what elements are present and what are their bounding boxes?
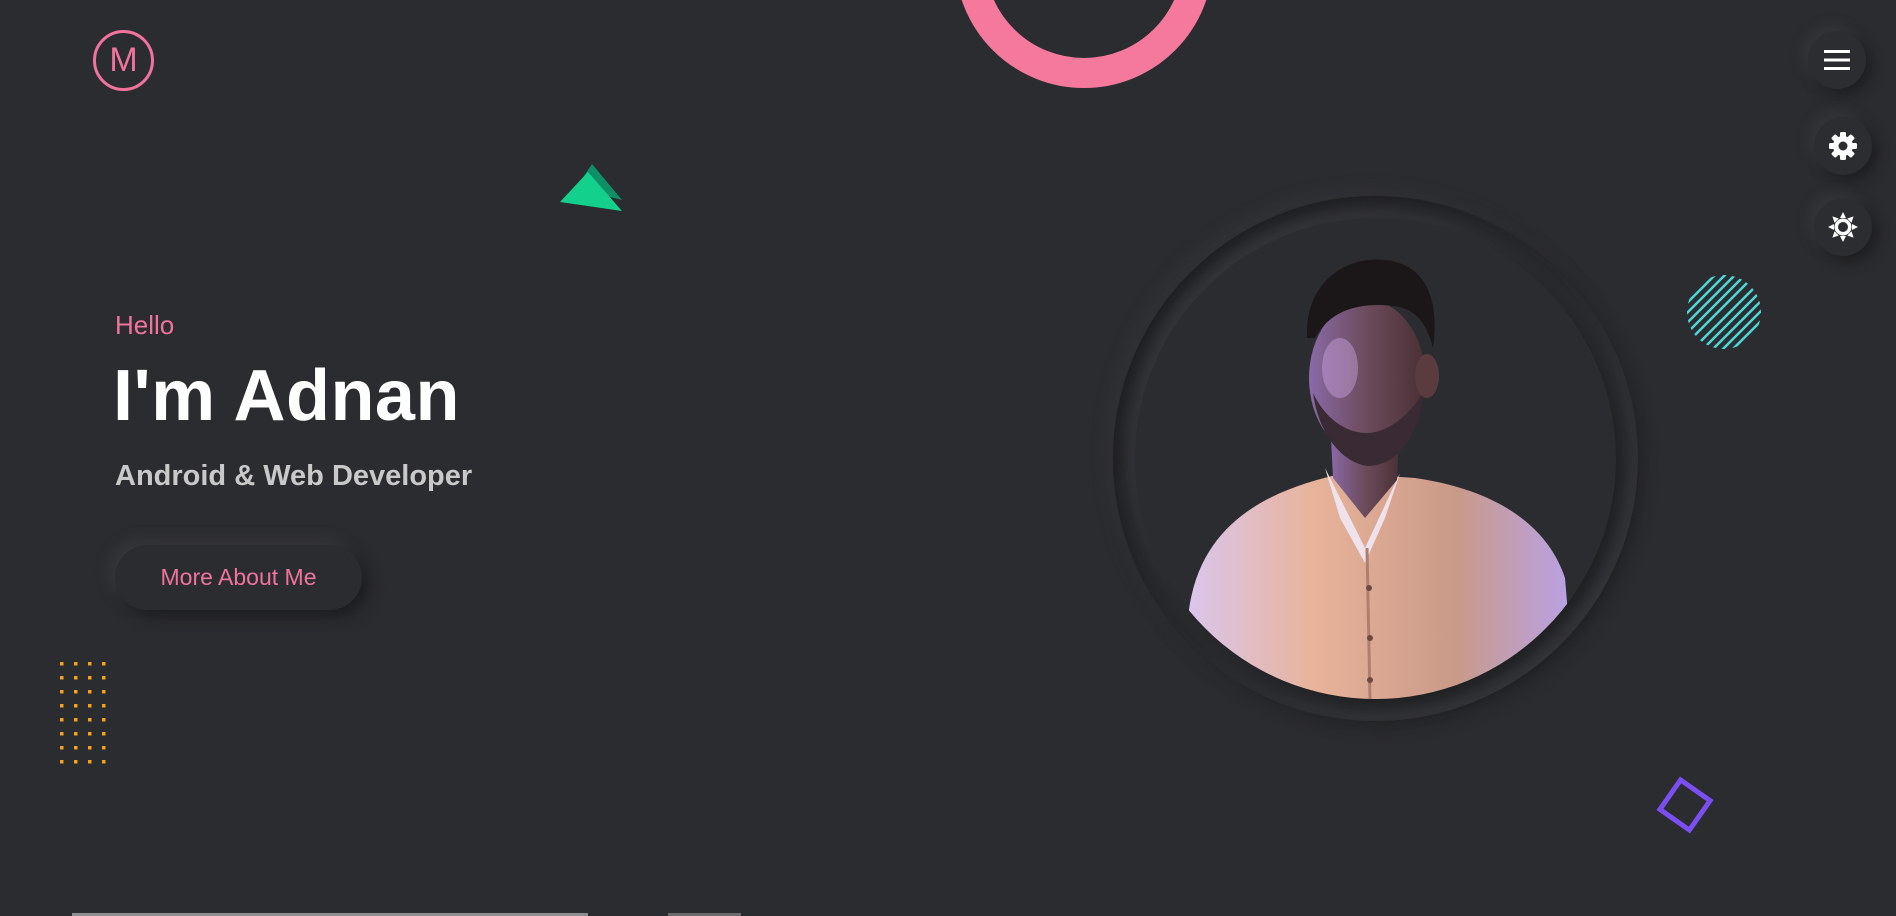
decorative-dot — [102, 704, 106, 708]
decorative-dot — [88, 732, 92, 736]
hero-name: I'm Adnan — [113, 356, 460, 436]
decorative-dot — [60, 718, 64, 722]
decorative-dot — [88, 704, 92, 708]
decorative-dot — [74, 704, 78, 708]
decorative-dot — [74, 718, 78, 722]
profile-photo-illustration — [1175, 259, 1575, 699]
decorative-dot — [102, 760, 106, 764]
decorative-dot — [88, 718, 92, 722]
decorative-dot — [74, 732, 78, 736]
decorative-dot — [74, 676, 78, 680]
decorative-dot — [60, 704, 64, 708]
decorative-dot — [60, 760, 64, 764]
decorative-dot — [102, 676, 106, 680]
decorative-striped-circle — [1687, 275, 1761, 349]
decorative-dot — [88, 760, 92, 764]
decorative-dot — [88, 662, 92, 666]
decorative-dot — [102, 690, 106, 694]
decorative-dot — [102, 662, 106, 666]
decorative-dot — [60, 732, 64, 736]
sun-icon — [1828, 212, 1858, 242]
more-about-me-button[interactable]: More About Me — [115, 545, 362, 610]
theme-toggle-button[interactable] — [1814, 198, 1872, 256]
decorative-diamond — [1656, 776, 1714, 834]
decorative-dot-grid — [60, 662, 106, 764]
decorative-dot — [102, 718, 106, 722]
decorative-dot — [74, 662, 78, 666]
decorative-dot — [88, 746, 92, 750]
hero-section: M Hello I'm Adnan Android & Web Develope… — [0, 0, 1896, 916]
settings-button[interactable] — [1814, 117, 1872, 175]
decorative-dot — [88, 676, 92, 680]
profile-photo — [1135, 218, 1616, 699]
decorative-dot — [88, 690, 92, 694]
decorative-dot — [74, 690, 78, 694]
decorative-dot — [60, 690, 64, 694]
menu-button[interactable] — [1808, 31, 1866, 89]
decorative-dot — [60, 746, 64, 750]
decorative-dot — [74, 760, 78, 764]
decorative-triangle — [560, 164, 622, 211]
gear-icon — [1829, 132, 1857, 160]
decorative-ring — [955, 0, 1213, 88]
decorative-dot — [102, 732, 106, 736]
decorative-dot — [102, 746, 106, 750]
greeting-text: Hello — [115, 310, 175, 340]
logo[interactable]: M — [93, 30, 154, 91]
decorative-dot — [60, 662, 64, 666]
hero-role: Android & Web Developer — [115, 460, 473, 492]
decorative-dot — [60, 676, 64, 680]
hamburger-menu-icon — [1824, 50, 1850, 70]
decorative-dot — [74, 746, 78, 750]
